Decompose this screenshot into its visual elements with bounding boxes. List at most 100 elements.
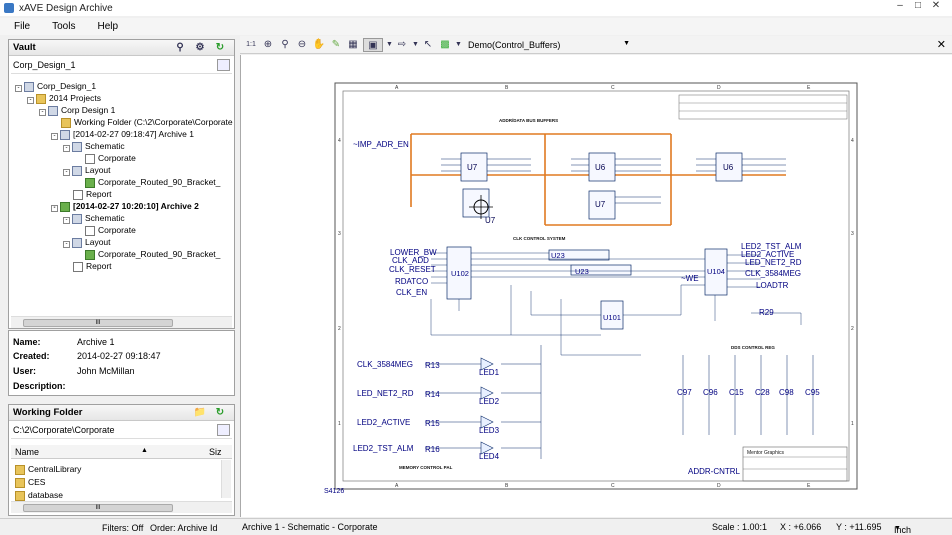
- order-status: Order: Archive Id: [150, 523, 218, 533]
- open-folder-icon[interactable]: 📁: [193, 406, 207, 420]
- net-label: CLK_3584MEG: [745, 269, 801, 278]
- chevron-down-icon[interactable]: ▼: [412, 38, 419, 52]
- folder-icon: [15, 477, 25, 488]
- file-list-vscrollbar[interactable]: [221, 460, 231, 498]
- status-y: Y : +11.695: [836, 522, 882, 532]
- tree-item[interactable]: - Layout: [63, 164, 111, 176]
- minimize-icon[interactable]: –: [892, 0, 908, 12]
- viewer-toolbar: 1:1 ⊕ ⚲ ⊖ ✋ ✎ ▦ ▣ ▼ ⇨ ▼ ↖ ▩ ▼ Demo(Contr…: [240, 36, 952, 54]
- file-item[interactable]: database: [15, 489, 63, 501]
- tree-item[interactable]: - Schematic: [63, 212, 125, 224]
- tree-item[interactable]: - Schematic: [63, 140, 125, 152]
- net-label: ~WE: [681, 274, 699, 283]
- select-pointer-icon[interactable]: ↖: [421, 38, 435, 52]
- tree-item[interactable]: - Layout: [63, 236, 111, 248]
- cap-label: C97: [677, 388, 692, 397]
- col-label: B: [505, 483, 509, 489]
- working-folder-path-bar[interactable]: C:\2\Corporate\Corporate: [11, 423, 232, 439]
- zoom-fit-icon[interactable]: ⚲: [278, 38, 292, 52]
- sheet-icon[interactable]: ▦: [346, 38, 360, 52]
- close-view-icon[interactable]: ✕: [937, 38, 946, 51]
- chevron-down-icon[interactable]: ▼: [455, 38, 462, 52]
- tree-item[interactable]: - [2014-02-27 09:18:47] Archive 1: [51, 128, 194, 140]
- tree-item[interactable]: -2014 Projects: [27, 92, 101, 104]
- chip-label: U6: [595, 163, 606, 172]
- close-icon[interactable]: ✕: [928, 0, 944, 12]
- column-size[interactable]: Siz: [209, 447, 222, 457]
- row-label: 2: [851, 326, 854, 332]
- cross-probe-icon[interactable]: ⇨: [395, 38, 409, 52]
- tree-item[interactable]: - Corp Design 1: [39, 104, 115, 116]
- vault-hscrollbar[interactable]: III: [11, 316, 232, 328]
- net-label: LED2_ACTIVE: [357, 418, 410, 427]
- schematic-drawing[interactable]: A B C D E A B C D E 4 3 2 1 4 3 2 1 ADDR…: [241, 55, 952, 517]
- tree-item[interactable]: Report: [73, 188, 112, 200]
- layers-icon[interactable]: ▩: [438, 38, 452, 52]
- tree-item[interactable]: Corporate_Routed_90_Bracket_: [85, 176, 220, 188]
- led-label: LED1: [479, 368, 500, 377]
- highlight-icon[interactable]: ✎: [329, 38, 343, 52]
- name-value: Archive 1: [77, 337, 115, 347]
- display-mode-icon[interactable]: ▣: [363, 37, 383, 52]
- col-label: D: [717, 483, 721, 489]
- browse-icon[interactable]: [217, 59, 230, 71]
- resistor-label: R14: [425, 390, 440, 399]
- menu-file[interactable]: File: [0, 21, 38, 32]
- status-x: X : +6.066: [780, 522, 822, 532]
- file-item[interactable]: CES: [15, 476, 45, 488]
- cap-label: C95: [805, 388, 820, 397]
- row-label: 4: [851, 138, 854, 144]
- scroll-thumb[interactable]: III: [23, 319, 173, 327]
- tree-item[interactable]: - [2014-02-27 10:20:10] Archive 2: [51, 200, 199, 212]
- column-name[interactable]: Name: [15, 447, 39, 457]
- zoom-actual-button[interactable]: 1:1: [244, 38, 258, 52]
- window-controls: – □ ✕: [890, 0, 944, 12]
- vault-location-bar[interactable]: Corp_Design_1: [11, 58, 232, 74]
- view-select[interactable]: Demo(Control_Buffers) ▼: [466, 38, 634, 52]
- zoom-out-icon[interactable]: ⊖: [295, 38, 309, 52]
- search-icon[interactable]: ⚲: [173, 41, 187, 55]
- sheet-id-label: S4126: [324, 488, 344, 495]
- tree-item[interactable]: Report: [73, 260, 112, 272]
- schematic-canvas[interactable]: A B C D E A B C D E 4 3 2 1 4 3 2 1 ADDR…: [240, 55, 952, 517]
- vault-panel: Vault ⚲ ⚙ ↻ Corp_Design_1 - Corp_Design_1…: [8, 39, 235, 329]
- refresh-icon[interactable]: ↻: [213, 41, 227, 55]
- section-title: CLK CONTROL SYSTEM: [513, 236, 566, 241]
- tree-item[interactable]: - Corp_Design_1: [15, 80, 96, 92]
- net-label: CLK_EN: [396, 288, 427, 297]
- file-item[interactable]: CentralLibrary: [15, 463, 81, 475]
- menu-help[interactable]: Help: [83, 21, 126, 32]
- settings-icon[interactable]: ⚙: [193, 41, 207, 55]
- tree-item[interactable]: Working Folder (C:\2\Corporate\Corporate: [61, 116, 233, 128]
- pcb-icon: [85, 249, 95, 260]
- row-label: 1: [851, 421, 854, 427]
- chip-label: U23: [551, 251, 565, 260]
- tree-item[interactable]: Corporate_Routed_90_Bracket_: [85, 248, 220, 260]
- vault-tree: - Corp_Design_1 -2014 Projects - Corp Desi…: [9, 76, 234, 312]
- pan-hand-icon[interactable]: ✋: [312, 38, 326, 52]
- chip-label: U101: [603, 313, 621, 322]
- chevron-down-icon[interactable]: ▼: [386, 38, 393, 52]
- tree-item[interactable]: Corporate: [85, 224, 136, 236]
- row-label: 2: [338, 326, 341, 332]
- project-icon: [48, 105, 58, 116]
- sheet-name-label: ADDR-CNTRL: [688, 467, 741, 476]
- tree-item[interactable]: Corporate: [85, 152, 136, 164]
- browse-icon[interactable]: [217, 424, 230, 436]
- col-label: A: [395, 85, 399, 91]
- net-label: CLK_ADD: [392, 256, 429, 265]
- app-icon: [4, 3, 14, 13]
- folder-icon: [15, 464, 25, 475]
- maximize-icon[interactable]: □: [910, 0, 926, 12]
- col-label: C: [611, 85, 615, 91]
- menu-tools[interactable]: Tools: [38, 21, 83, 32]
- cap-label: C15: [729, 388, 744, 397]
- refresh-icon[interactable]: ↻: [213, 406, 227, 420]
- file-list-hscrollbar[interactable]: III: [11, 501, 232, 513]
- vault-header: Vault ⚲ ⚙ ↻: [9, 40, 234, 56]
- zoom-in-icon[interactable]: ⊕: [261, 38, 275, 52]
- report-icon: [73, 189, 83, 200]
- chip-label: U7: [467, 163, 478, 172]
- scroll-thumb[interactable]: III: [23, 504, 173, 512]
- created-value: 2014-02-27 09:18:47: [77, 351, 161, 361]
